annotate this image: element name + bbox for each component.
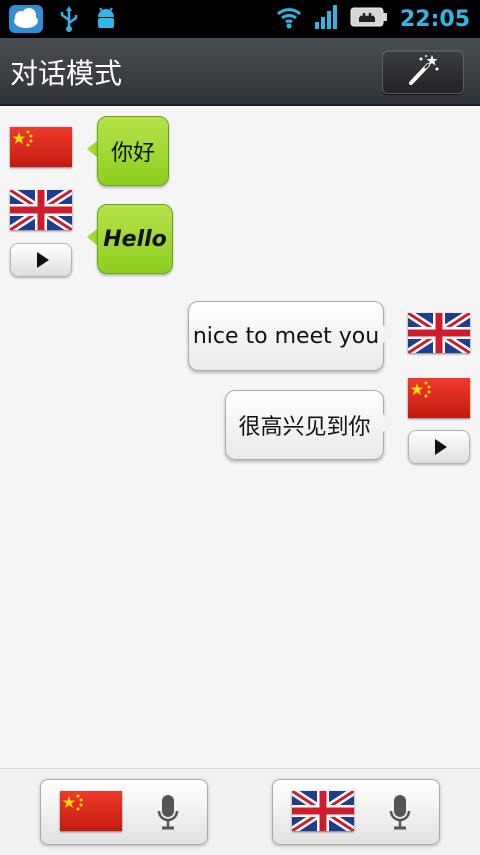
action-bar: 对话模式 xyxy=(0,38,480,106)
magic-wand-button[interactable] xyxy=(382,50,464,94)
play-button[interactable] xyxy=(10,243,72,277)
message-text: 你好 xyxy=(110,141,155,166)
speak-chinese-button[interactable] xyxy=(40,779,208,845)
speak-english-button[interactable] xyxy=(272,779,440,845)
message-text: nice to meet you xyxy=(192,323,380,349)
android-debug-icon xyxy=(94,6,118,36)
microphone-icon xyxy=(157,794,179,832)
bubble-tail xyxy=(383,325,394,343)
china-flag-icon xyxy=(60,791,122,831)
uk-flag-icon xyxy=(10,190,72,230)
battery-charging-icon xyxy=(350,5,388,33)
clock: 22:05 xyxy=(399,6,470,32)
cloud-app-icon xyxy=(8,4,44,38)
china-flag-icon xyxy=(10,127,72,167)
message-text: Hello xyxy=(103,226,167,252)
usb-icon xyxy=(58,6,80,36)
status-bar: 22:05 xyxy=(0,0,480,38)
play-icon xyxy=(37,252,49,268)
uk-flag-icon xyxy=(408,313,470,353)
magic-wand-icon xyxy=(406,53,440,91)
play-button[interactable] xyxy=(408,430,470,464)
microphone-icon xyxy=(389,794,411,832)
bubble-tail xyxy=(383,414,394,432)
message-bubble[interactable]: Hello xyxy=(97,204,173,274)
voice-input-bar xyxy=(0,768,480,855)
signal-icon xyxy=(314,4,338,34)
uk-flag-icon xyxy=(292,791,354,831)
wifi-icon xyxy=(276,5,302,33)
message-bubble[interactable]: nice to meet you xyxy=(188,301,384,371)
message-text: 很高兴见到你 xyxy=(238,415,371,440)
china-flag-icon xyxy=(408,378,470,418)
page-title: 对话模式 xyxy=(10,57,123,90)
message-bubble[interactable]: 很高兴见到你 xyxy=(225,390,384,460)
play-icon xyxy=(435,439,447,455)
message-bubble[interactable]: 你好 xyxy=(97,116,169,186)
